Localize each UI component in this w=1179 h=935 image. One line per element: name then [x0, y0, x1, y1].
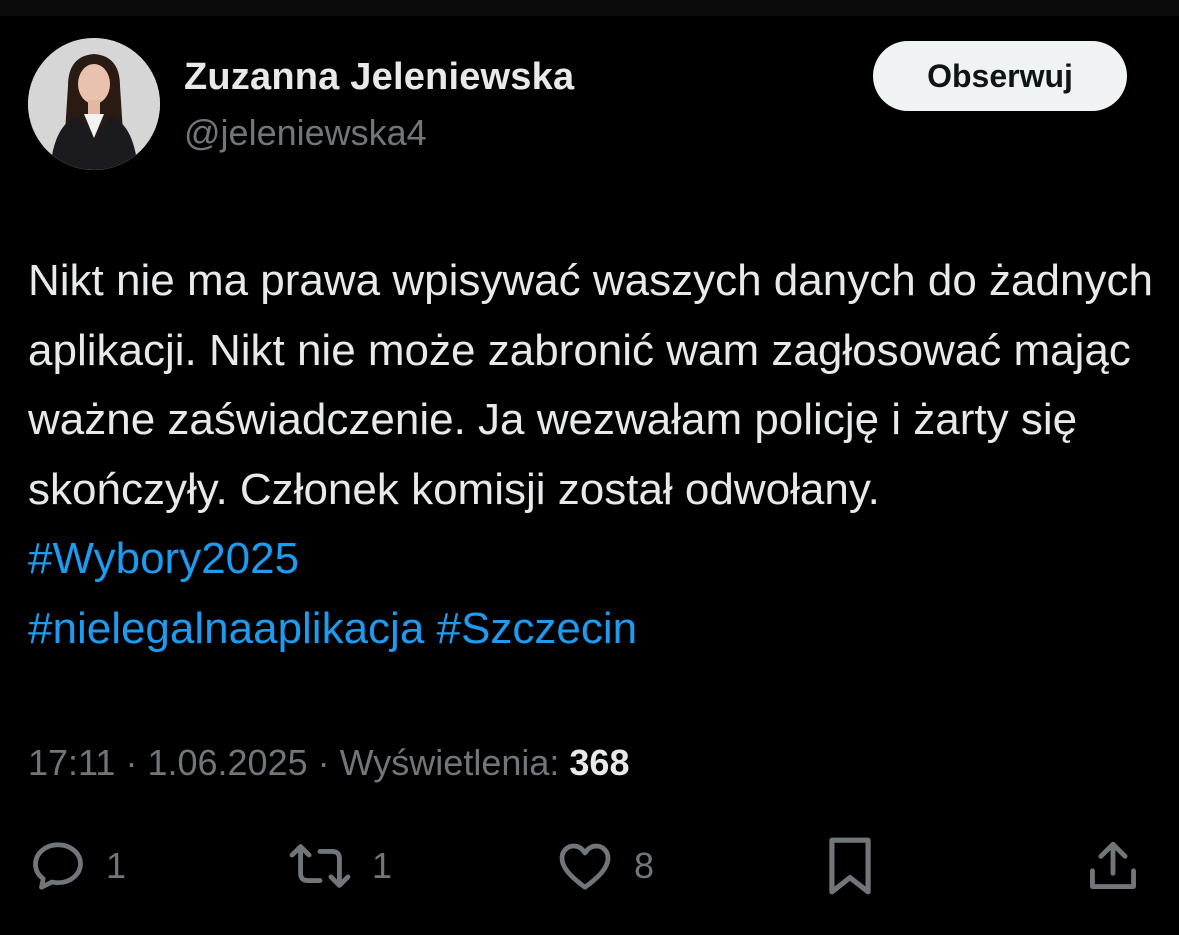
author-handle[interactable]: @jeleniewska4 [184, 112, 427, 154]
status-bar-strip [0, 0, 1179, 16]
tweet-meta: 17:11 · 1.06.2025 · Wyświetlenia: 368 [28, 742, 629, 784]
profile-photo-icon [28, 38, 160, 170]
bookmark-icon [829, 837, 871, 895]
like-button[interactable]: 8 [554, 830, 654, 902]
like-count: 8 [634, 845, 655, 886]
separator: · [317, 742, 330, 783]
retweet-count: 1 [372, 845, 393, 886]
share-button[interactable] [1084, 830, 1142, 902]
retweet-button[interactable]: 1 [286, 830, 392, 902]
hashtag-link[interactable]: #Wybory2025 [28, 534, 299, 583]
tweet-time[interactable]: 17:11 [28, 742, 115, 783]
bookmark-button[interactable] [824, 830, 876, 902]
follow-button[interactable]: Obserwuj [873, 41, 1127, 111]
author-name[interactable]: Zuzanna Jeleniewska [184, 56, 574, 99]
views-count[interactable]: 368 [569, 742, 629, 783]
reply-button[interactable]: 1 [28, 830, 126, 902]
avatar[interactable] [28, 38, 160, 170]
hashtag-link[interactable]: #nielegalnaaplikacja [28, 604, 424, 653]
separator: · [125, 742, 138, 783]
tweet-body: Nikt nie ma prawa wpisywać waszych danyc… [28, 256, 1153, 514]
heart-icon [559, 843, 611, 890]
views-label: Wyświetlenia: [339, 742, 560, 783]
tweet-date[interactable]: 1.06.2025 [147, 742, 307, 783]
share-icon [1090, 841, 1136, 889]
action-bar: 1 1 8 [0, 830, 1179, 910]
retweet-icon [289, 844, 351, 888]
hashtag-link[interactable]: #Szczecin [437, 604, 638, 653]
reply-icon [33, 842, 83, 890]
reply-count: 1 [106, 845, 127, 886]
tweet-text: Nikt nie ma prawa wpisywać waszych danyc… [28, 246, 1158, 663]
